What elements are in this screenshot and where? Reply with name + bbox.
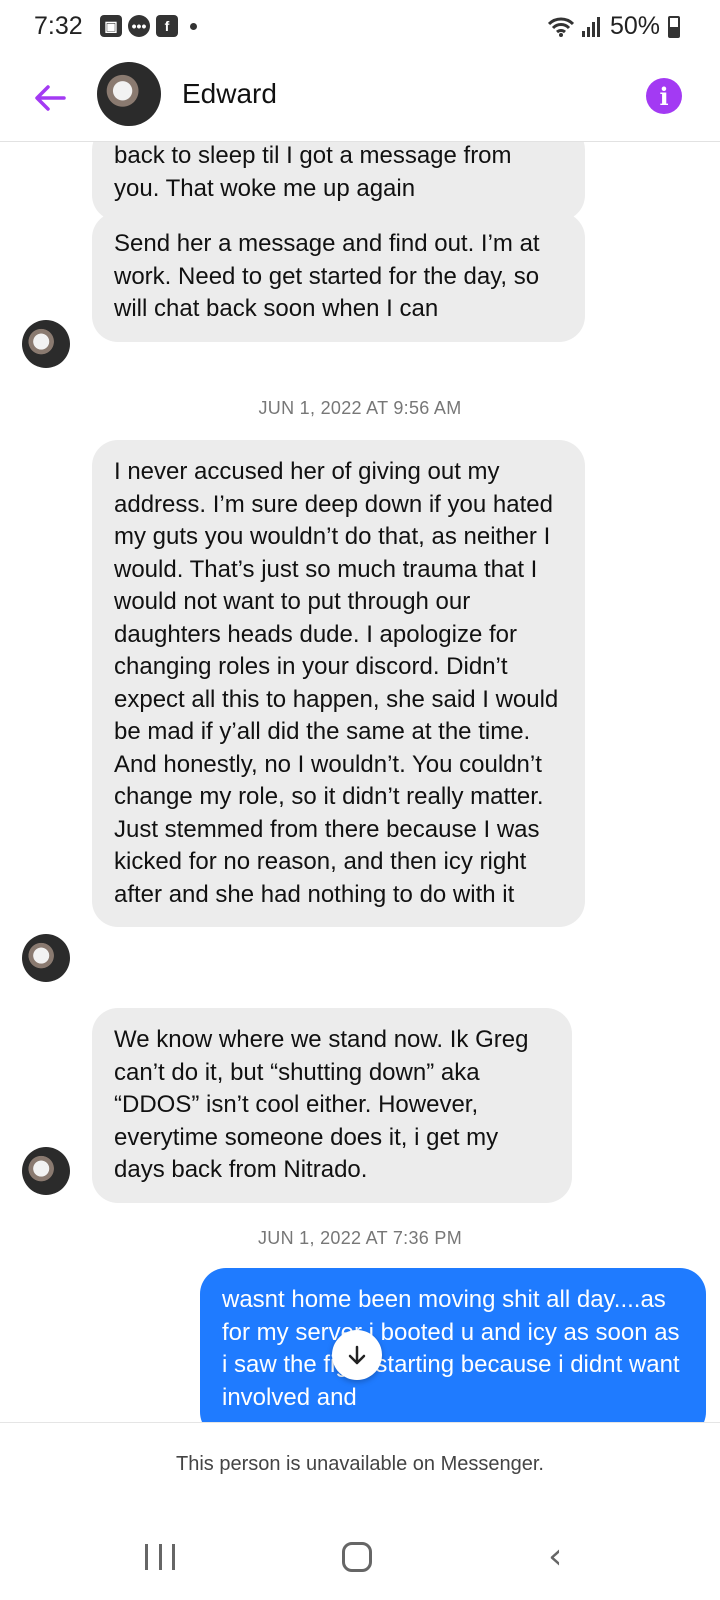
- wifi-icon: [547, 17, 574, 37]
- info-icon: i: [659, 81, 669, 111]
- battery-icon: [668, 15, 680, 38]
- incoming-message[interactable]: I never accused her of giving out my add…: [92, 440, 585, 927]
- system-back-button[interactable]: ‹: [548, 1536, 562, 1577]
- signal-icon: [581, 16, 600, 37]
- facebook-notification-icon: f: [156, 15, 178, 37]
- gallery-notification-icon: ▣: [100, 15, 122, 37]
- recent-apps-icon: [145, 1544, 148, 1570]
- contact-avatar-small[interactable]: [22, 320, 70, 368]
- contact-avatar[interactable]: [97, 62, 161, 126]
- recent-apps-button[interactable]: [145, 1544, 175, 1570]
- message-timestamp: JUN 1, 2022 AT 9:56 AM: [258, 398, 462, 418]
- battery-percent: 50%: [609, 12, 660, 40]
- arrow-down-icon: [348, 1345, 366, 1365]
- conversation-header: Edward i: [0, 56, 720, 142]
- contact-avatar-small[interactable]: [22, 934, 70, 982]
- recent-apps-icon-bar: [172, 1544, 175, 1570]
- arrow-left-icon: [35, 85, 66, 111]
- incoming-message[interactable]: Send her a message and find out. I’m at …: [92, 212, 585, 342]
- notification-icons: ▣ ••• f: [100, 15, 197, 37]
- contact-name[interactable]: Edward: [182, 78, 277, 110]
- system-navigation-bar: ‹: [0, 1514, 720, 1600]
- info-button[interactable]: i: [646, 78, 682, 114]
- unavailable-notice: This person is unavailable on Messenger.: [0, 1422, 720, 1514]
- back-button[interactable]: [30, 78, 70, 118]
- status-right: 50%: [547, 12, 680, 41]
- unavailable-notice-text: This person is unavailable on Messenger.: [176, 1453, 544, 1475]
- messenger-notification-icon: •••: [128, 15, 150, 37]
- more-notifications-dot-icon: [190, 22, 197, 30]
- message-thread[interactable]: back to sleep til I got a message from y…: [0, 142, 720, 1422]
- home-button[interactable]: [342, 1542, 372, 1572]
- status-time: 7:32: [34, 12, 83, 40]
- message-timestamp: JUN 1, 2022 AT 7:36 PM: [257, 1228, 463, 1248]
- recent-apps-icon-bar: [158, 1544, 162, 1570]
- outgoing-message[interactable]: wasnt home been moving shit all day....a…: [200, 1268, 706, 1422]
- status-bar: 7:32 ▣ ••• f 50%: [0, 0, 720, 56]
- chevron-left-icon: ‹: [548, 1536, 563, 1577]
- incoming-message[interactable]: back to sleep til I got a message from y…: [92, 142, 585, 221]
- scroll-to-bottom-button[interactable]: [332, 1330, 382, 1380]
- contact-avatar-small[interactable]: [22, 1147, 70, 1195]
- incoming-message[interactable]: We know where we stand now. Ik Greg can’…: [92, 1008, 572, 1203]
